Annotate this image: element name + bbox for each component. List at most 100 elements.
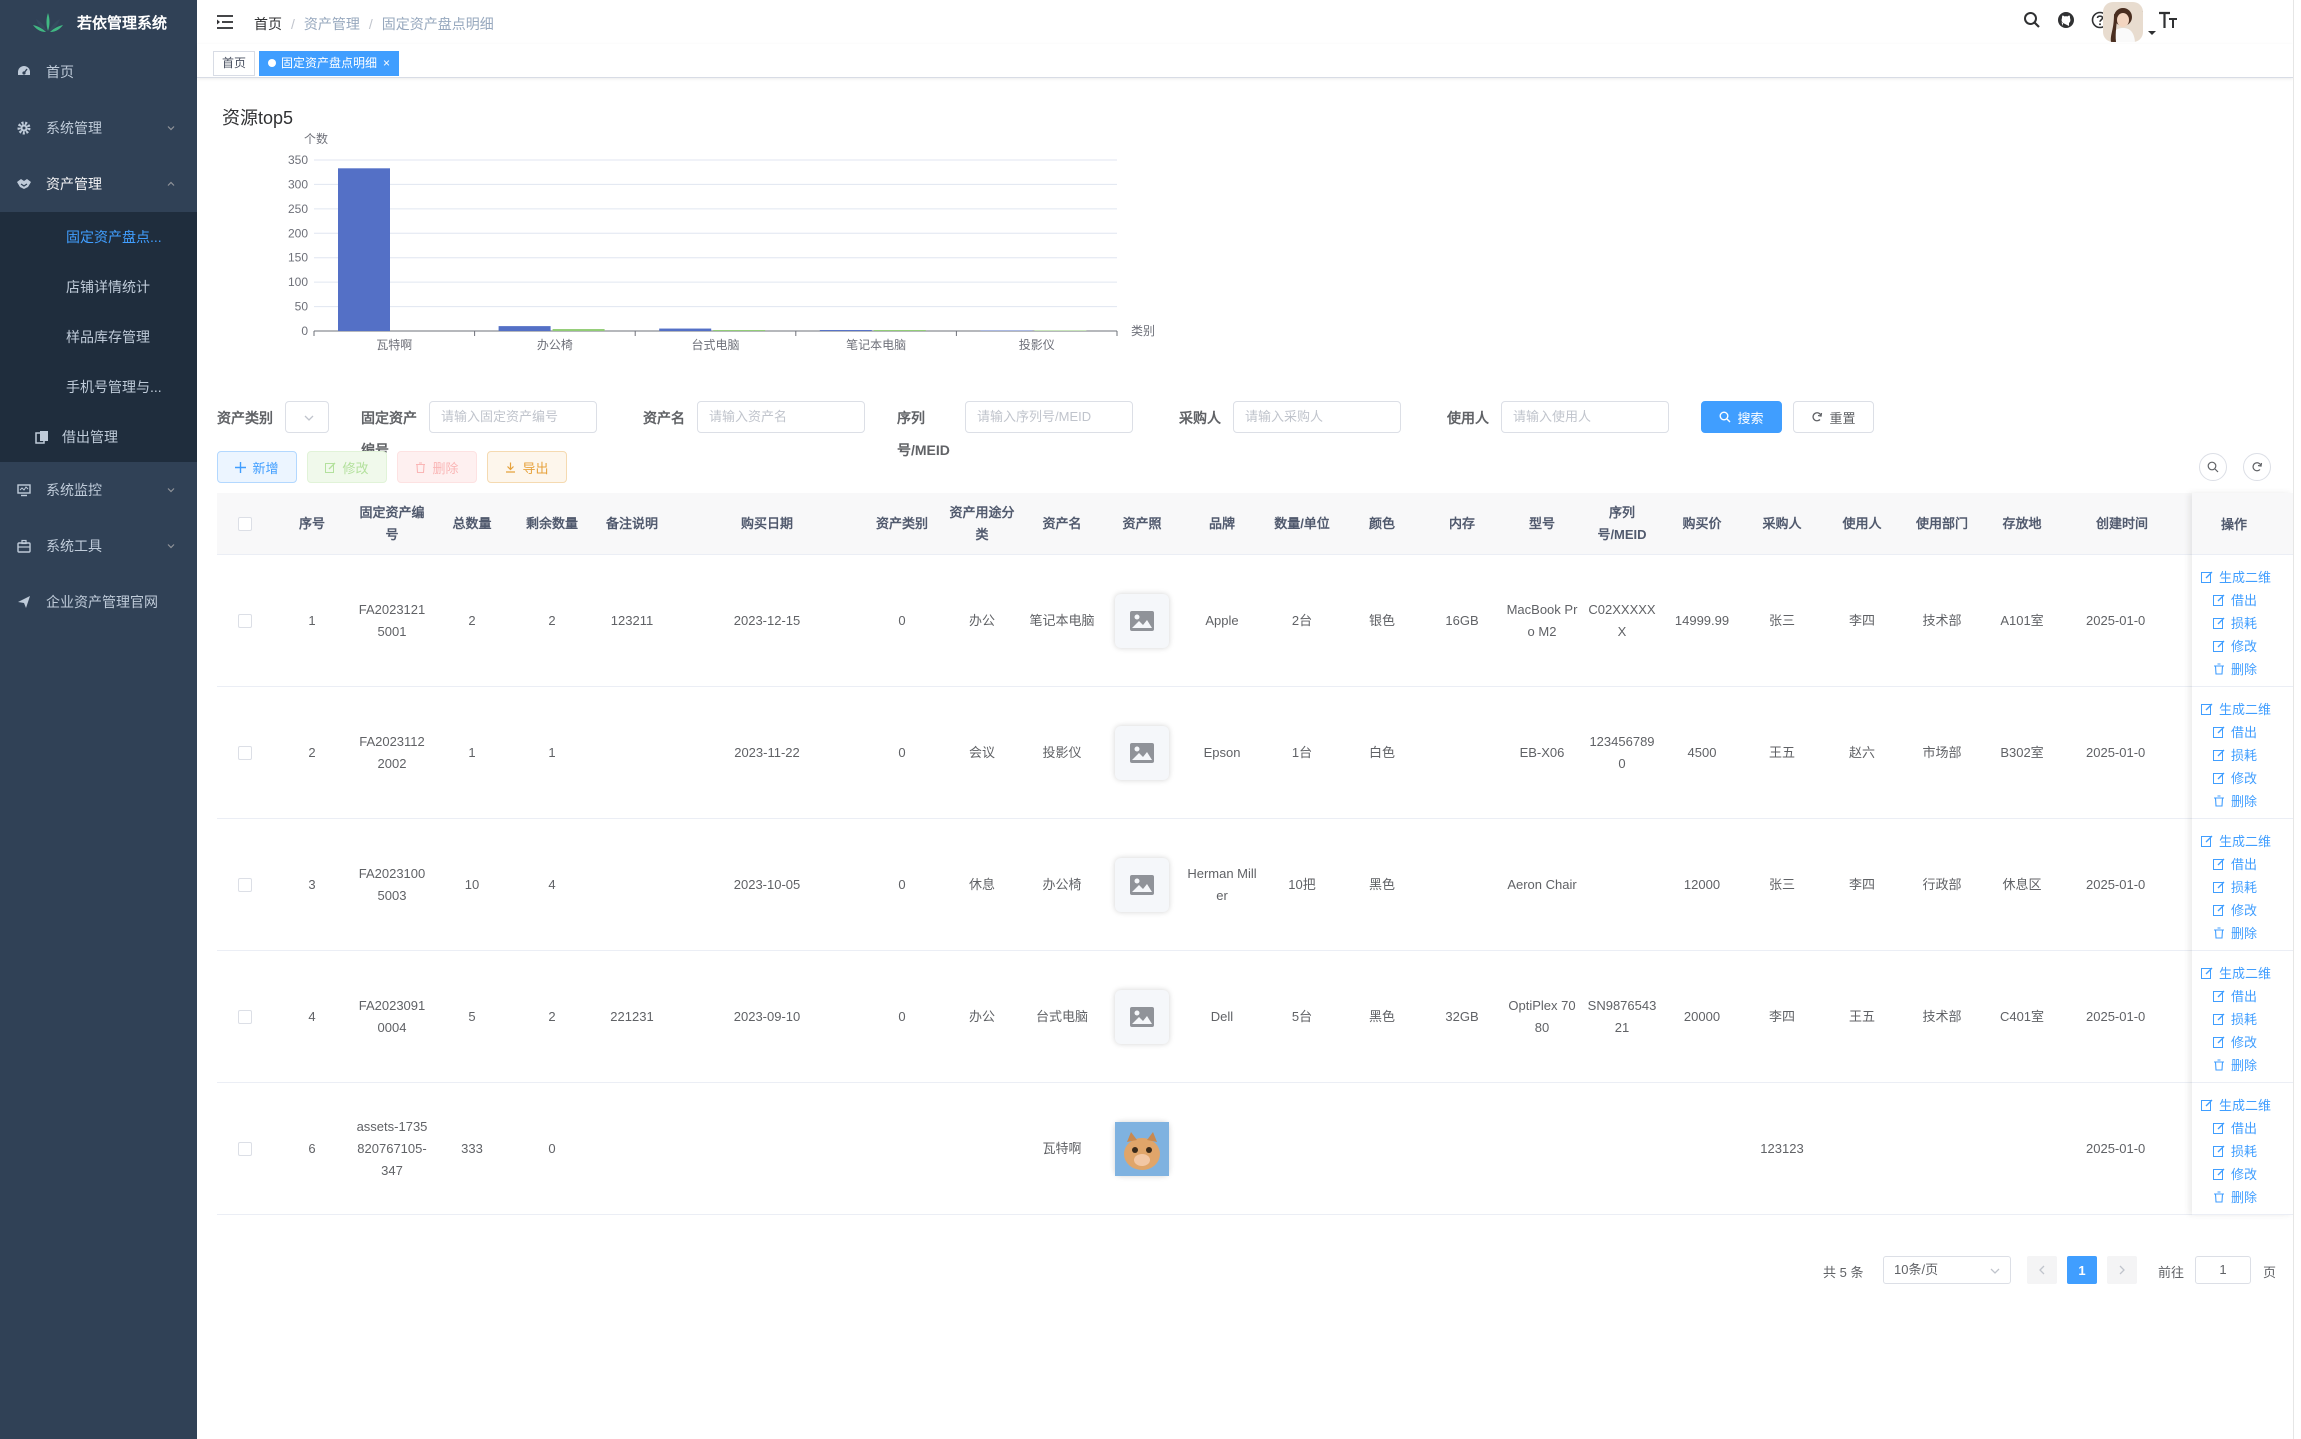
table-cell [672, 1083, 862, 1215]
column-header: 备注说明 [605, 516, 658, 531]
op-link-qrcode[interactable]: 生成二维 [2201, 697, 2293, 720]
tag-home[interactable]: 首页 [213, 51, 256, 76]
x-tick-label: 笔记本电脑 [846, 337, 906, 352]
menu-item-system[interactable]: 系统管理 [0, 100, 197, 156]
op-link-qrcode[interactable]: 生成二维 [2201, 829, 2293, 852]
refresh-table-button[interactable] [2243, 453, 2271, 481]
menu-item-tools[interactable]: 系统工具 [0, 518, 197, 574]
export-button[interactable]: 导出 [487, 451, 567, 483]
github-icon[interactable] [2056, 10, 2076, 30]
search-icon[interactable] [2022, 10, 2042, 30]
row-checkbox[interactable] [237, 746, 252, 760]
op-link-qrcode[interactable]: 生成二维 [2201, 961, 2293, 984]
image-placeholder-icon[interactable] [1115, 594, 1169, 648]
buyer-input[interactable]: 请输入采购人 [1233, 401, 1401, 433]
submenu-item-sample-stock[interactable]: 样品库存管理 [0, 312, 197, 362]
table-cell: 4500 [1687, 745, 1717, 760]
menu-item-label: 系统管理 [46, 120, 102, 136]
op-link-borrow[interactable]: 借出 [2201, 720, 2293, 743]
toggle-search-button[interactable] [2199, 453, 2227, 481]
goto-input[interactable]: 1 [2195, 1256, 2251, 1284]
menu-item-monitor[interactable]: 系统监控 [0, 462, 197, 518]
handshake-icon [16, 176, 32, 192]
next-page-button[interactable] [2107, 1256, 2137, 1284]
table-cell [1182, 1083, 1262, 1215]
table-cell [1982, 1083, 2062, 1215]
op-link-edit[interactable]: 修改 [2201, 1030, 2293, 1053]
page-size-select[interactable]: 10条/页 [1883, 1256, 2011, 1284]
delete-button-label: 删除 [432, 460, 459, 476]
close-icon[interactable]: × [383, 56, 390, 70]
hamburger-icon[interactable] [215, 12, 235, 32]
submenu-item-phone-numbers[interactable]: 手机号管理与... [0, 362, 197, 412]
submenu-item-fixed-assets[interactable]: 固定资产盘点... [0, 212, 197, 262]
column-header: 序列号/MEID [1597, 505, 1647, 542]
op-link-loss[interactable]: 损耗 [2201, 1007, 2293, 1030]
add-button[interactable]: 新增 [217, 451, 297, 483]
pagination-total: 共 5 条 [1823, 1265, 1864, 1280]
name-input[interactable]: 请输入资产名 [697, 401, 865, 433]
op-link-loss[interactable]: 损耗 [2201, 1139, 2293, 1162]
asset-photo[interactable] [1115, 1122, 1169, 1176]
tag-current[interactable]: 固定资产盘点明细 × [259, 51, 400, 76]
menu-item-home[interactable]: 首页 [0, 44, 197, 100]
trash-icon [2213, 1058, 2225, 1071]
image-placeholder-icon[interactable] [1115, 726, 1169, 780]
op-link-delete[interactable]: 删除 [2201, 1053, 2293, 1076]
op-link-qrcode[interactable]: 生成二维 [2201, 1093, 2293, 1116]
op-link-borrow[interactable]: 借出 [2201, 984, 2293, 1007]
table-cell [1662, 1083, 1742, 1215]
op-link-loss[interactable]: 损耗 [2201, 743, 2293, 766]
type-select[interactable] [285, 401, 329, 433]
row-checkbox[interactable] [237, 1010, 252, 1024]
submenu-item-borrow[interactable]: 借出管理 [0, 412, 197, 462]
user-input[interactable]: 请输入使用人 [1501, 401, 1669, 433]
font-size-icon[interactable] [2158, 10, 2178, 30]
code-input[interactable]: 请输入固定资产编号 [429, 401, 597, 433]
avatar[interactable] [2103, 2, 2143, 42]
submenu-item-shop-stats[interactable]: 店铺详情统计 [0, 262, 197, 312]
asset-photo-cell [1102, 687, 1182, 819]
edit-button[interactable]: 修改 [307, 451, 387, 483]
op-link-label: 修改 [2231, 639, 2258, 654]
x-tick-label: 投影仪 [1019, 337, 1055, 352]
op-link-label: 借出 [2231, 1121, 2258, 1136]
op-link-edit[interactable]: 修改 [2201, 766, 2293, 789]
image-placeholder-icon[interactable] [1115, 858, 1169, 912]
op-link-loss[interactable]: 损耗 [2201, 875, 2293, 898]
op-link-delete[interactable]: 删除 [2201, 921, 2293, 944]
image-placeholder-icon[interactable] [1115, 990, 1169, 1044]
row-checkbox[interactable] [237, 1142, 252, 1156]
prev-page-button[interactable] [2027, 1256, 2057, 1284]
reset-button[interactable]: 重置 [1793, 401, 1874, 433]
menu-item-assets[interactable]: 资产管理 [0, 156, 197, 212]
delete-button[interactable]: 删除 [397, 451, 477, 483]
op-link-borrow[interactable]: 借出 [2201, 1116, 2293, 1139]
op-link-edit[interactable]: 修改 [2201, 634, 2293, 657]
op-link-delete[interactable]: 删除 [2201, 657, 2293, 680]
page-edge [2293, 0, 2301, 1439]
select-all-checkbox[interactable] [237, 517, 252, 531]
search-button[interactable]: 搜索 [1701, 401, 1782, 433]
serial-input[interactable]: 请输入序列号/MEID [965, 401, 1133, 433]
breadcrumb-home[interactable]: 首页 [254, 14, 282, 34]
op-link-borrow[interactable]: 借出 [2201, 588, 2293, 611]
op-link-edit[interactable]: 修改 [2201, 1162, 2293, 1185]
row-checkbox[interactable] [237, 878, 252, 892]
caret-down-icon[interactable] [2147, 28, 2157, 38]
chevron-right-icon [2119, 1265, 2125, 1275]
column-header: 购买价 [1682, 516, 1722, 531]
op-link-delete[interactable]: 删除 [2201, 789, 2293, 812]
page-button-current[interactable]: 1 [2067, 1256, 2097, 1284]
op-link-edit[interactable]: 修改 [2201, 898, 2293, 921]
op-link-delete[interactable]: 删除 [2201, 1185, 2293, 1208]
menu-item-website[interactable]: 企业资产管理官网 [0, 574, 197, 630]
table-cell: 张三 [1768, 877, 1795, 892]
op-link-loss[interactable]: 损耗 [2201, 611, 2293, 634]
op-link-qrcode[interactable]: 生成二维 [2201, 565, 2293, 588]
serial-label-line2: 号/MEID [897, 442, 950, 458]
op-link-borrow[interactable]: 借出 [2201, 852, 2293, 875]
logo[interactable]: 若依管理系统 [0, 0, 197, 44]
op-link-label: 损耗 [2231, 1012, 2258, 1027]
row-checkbox[interactable] [237, 614, 252, 628]
